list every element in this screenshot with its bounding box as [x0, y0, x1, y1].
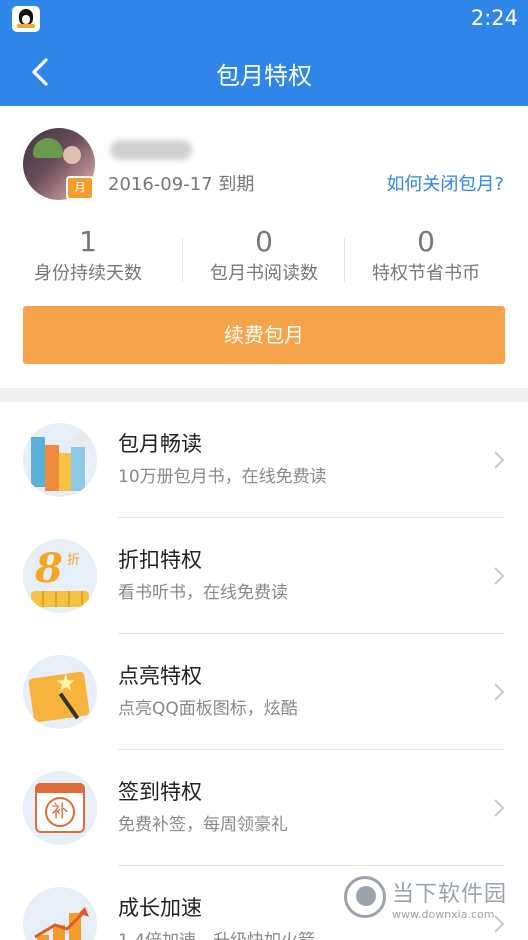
stat-books-read: 0 包月书阅读数: [176, 224, 352, 296]
how-to-close-link[interactable]: 如何关闭包月?: [386, 170, 504, 196]
page-title: 包月特权: [216, 62, 312, 90]
stat-days-label: 身份持续天数: [34, 263, 142, 284]
monthly-badge: 月: [66, 176, 94, 200]
discount-8-icon: 8 折: [23, 539, 97, 613]
item-title: 包月畅读: [118, 432, 202, 456]
item-title: 点亮特权: [118, 664, 202, 688]
section-divider: [0, 388, 528, 402]
watermark-url: www.downxia.com: [392, 908, 495, 921]
chevron-right-icon: [494, 451, 505, 469]
header: 包月特权: [0, 38, 528, 106]
list-item[interactable]: ★ 点亮特权 点亮QQ面板图标，炫酷: [0, 634, 528, 750]
stat-days: 1 身份持续天数: [0, 224, 176, 296]
list-item[interactable]: 包月畅读 10万册包月书，在线免费读: [0, 402, 528, 518]
watermark-name: 当下软件园: [392, 882, 508, 907]
stat-days-value: 1: [79, 225, 97, 258]
stat-books-read-value: 0: [255, 225, 273, 258]
item-title: 成长加速: [118, 896, 202, 920]
stat-coins-saved: 0 特权节省书币: [338, 224, 514, 296]
watermark: 当下软件园 www.downxia.com: [340, 870, 528, 936]
item-desc: 点亮QQ面板图标，炫酷: [118, 699, 298, 719]
status-bar: 2:24: [0, 0, 528, 38]
stats-row: 1 身份持续天数 0 包月书阅读数 0 特权节省书币: [0, 224, 528, 296]
chevron-right-icon: [494, 567, 505, 585]
status-time: 2:24: [470, 6, 518, 30]
renew-button[interactable]: 续费包月: [23, 306, 505, 364]
books-icon: [23, 423, 97, 497]
membership-profile: 月 2016-09-17 到期 如何关闭包月? 1 身份持续天数 0 包月书阅读…: [0, 106, 528, 388]
item-title: 签到特权: [118, 780, 202, 804]
item-desc: 免费补签，每周领豪礼: [118, 815, 288, 835]
expiry-date: 2016-09-17 到期: [108, 174, 255, 195]
stat-coins-saved-label: 特权节省书币: [372, 263, 480, 284]
username-blurred: [110, 140, 192, 160]
list-item[interactable]: 补 签到特权 免费补签，每周领豪礼: [0, 750, 528, 866]
light-up-icon: ★: [23, 655, 97, 729]
stat-books-read-label: 包月书阅读数: [210, 263, 318, 284]
item-desc: 10万册包月书，在线免费读: [118, 467, 327, 487]
list-item[interactable]: 8 折 折扣特权 看书听书，在线免费读: [0, 518, 528, 634]
sign-in-calendar-icon: 补: [23, 771, 97, 845]
chevron-right-icon: [494, 683, 505, 701]
growth-chart-icon: [23, 887, 97, 940]
qq-app-icon: [12, 6, 40, 32]
stat-coins-saved-value: 0: [417, 225, 435, 258]
item-title: 折扣特权: [118, 548, 202, 572]
item-desc: 1.4倍加速，升级快如火箭: [118, 926, 315, 940]
chevron-right-icon: [494, 799, 505, 817]
item-desc: 看书听书，在线免费读: [118, 583, 288, 603]
